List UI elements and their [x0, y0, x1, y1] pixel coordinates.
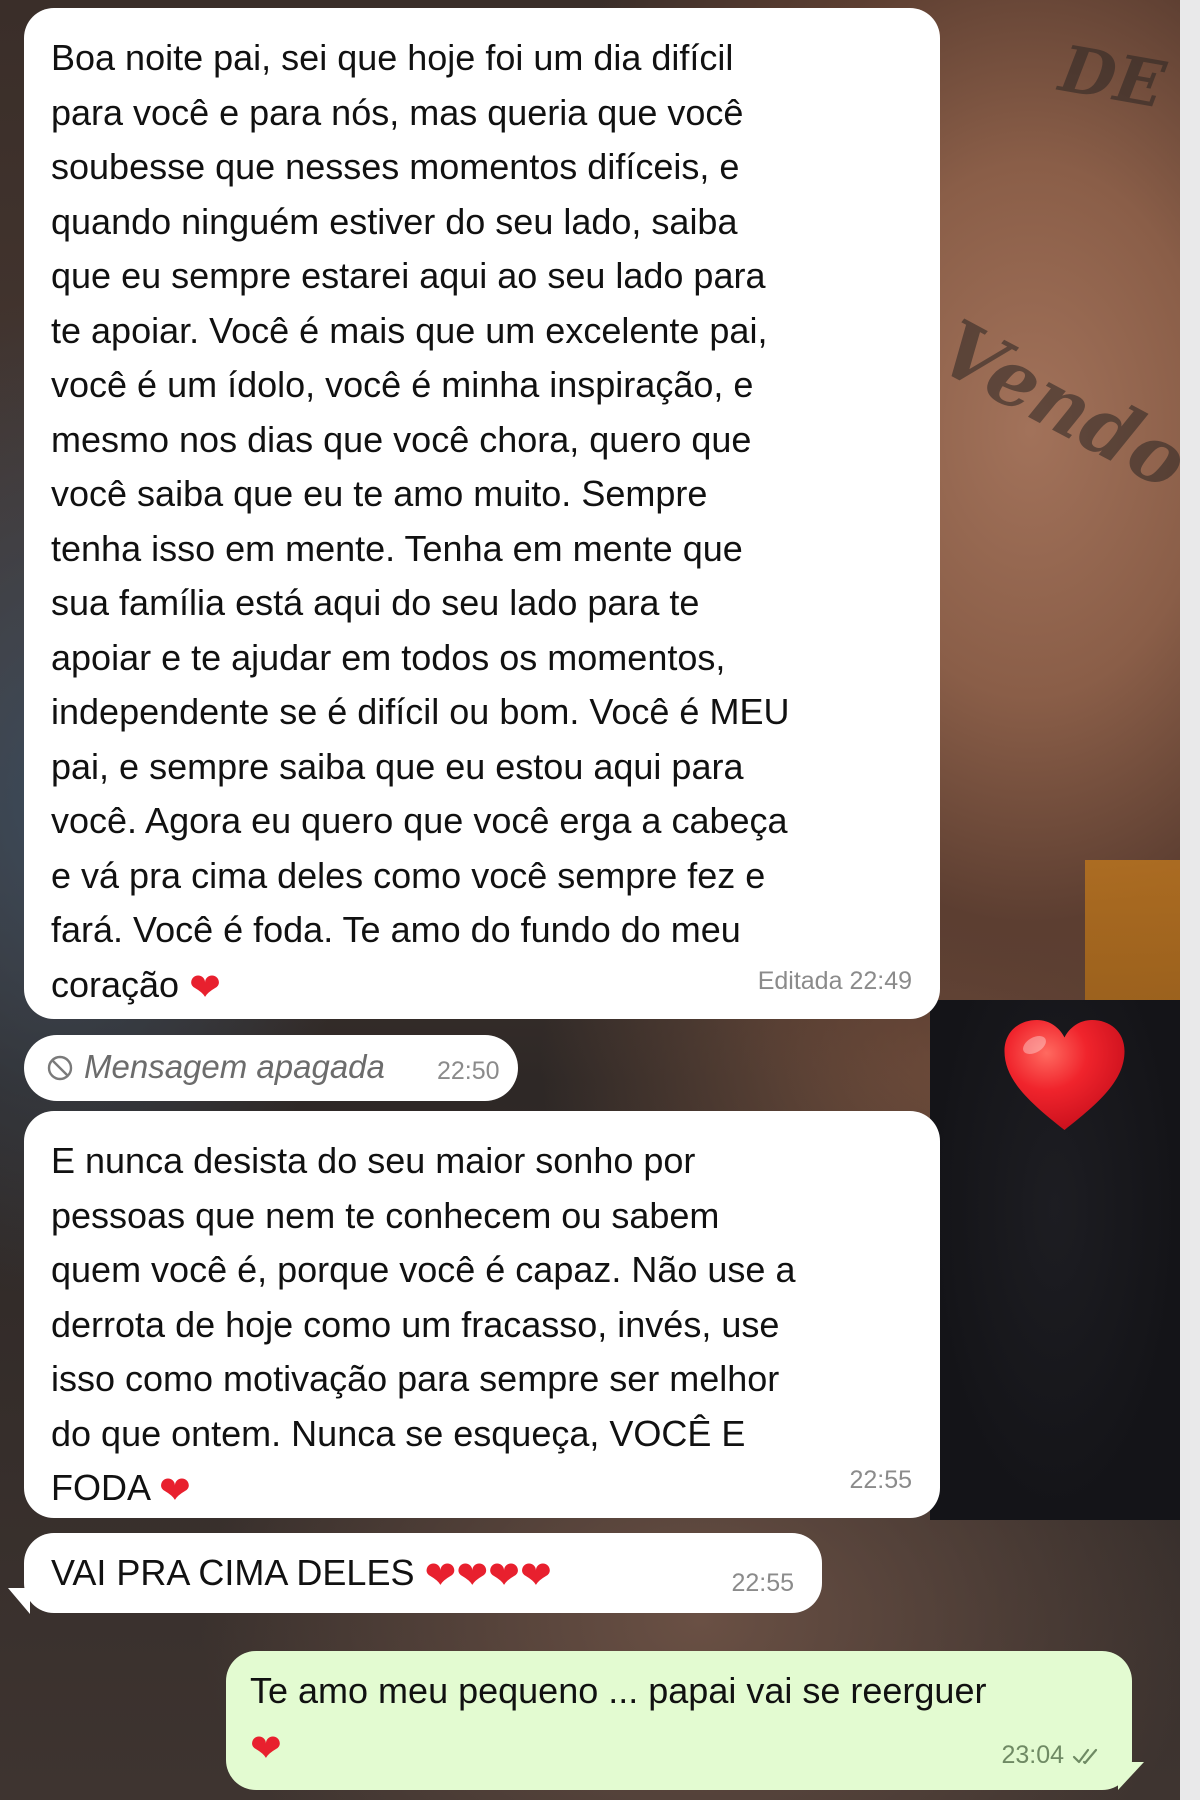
- message-line: isso como motivação para sempre ser melh…: [51, 1358, 780, 1399]
- message-line: pessoas que nem te conhecem ou sabem: [51, 1194, 720, 1236]
- message-status: 23:04: [1001, 1743, 1100, 1768]
- heart-reaction-icon: [1004, 1020, 1125, 1130]
- message-line: que eu sempre estarei aqui ao seu lado p…: [51, 255, 766, 296]
- message-line: derrota de hoje como um fracasso, invés,…: [51, 1303, 780, 1345]
- incoming-message-bubble[interactable]: Boa noite pai, sei que hoje foi um dia d…: [24, 8, 940, 1019]
- heart-emoji-icon: ❤: [424, 1553, 457, 1597]
- message-line: você. Agora eu quero que você erga a cab…: [51, 800, 788, 841]
- message-line: você é um ídolo, você é minha inspiração…: [51, 364, 754, 405]
- screen-right-edge: [1180, 0, 1200, 1800]
- message-line: ❤: [250, 1719, 1112, 1774]
- message-line: pai, e sempre saiba que eu estou aqui pa…: [51, 745, 744, 787]
- message-text: E nunca desista do seu maior sonho por pe…: [51, 1134, 920, 1516]
- heart-emoji-icon: ❤: [520, 1553, 552, 1597]
- message-line: Te amo meu pequeno ... papai vai se reer…: [250, 1670, 987, 1711]
- message-line: do que ontem. Nunca se esqueça, VOCÊ E: [51, 1412, 746, 1454]
- message-text: Boa noite pai, sei que hoje foi um dia d…: [51, 31, 920, 1012]
- message-line: fará. Você é foda. Te amo do fundo do me…: [51, 909, 741, 950]
- message-line: quem você é, porque você é capaz. Não us…: [51, 1249, 796, 1290]
- message-line: FODA ❤: [51, 1467, 191, 1512]
- heart-emoji-icon: ❤: [189, 964, 221, 1009]
- message-text: VAI PRA CIMA DELES ❤❤❤❤: [51, 1546, 802, 1601]
- message-timestamp: 22:55: [849, 1466, 912, 1494]
- message-line: te apoiar. Você é mais que um excelente …: [51, 309, 768, 351]
- message-line: apoiar e te ajudar em todos os momentos,: [51, 636, 726, 678]
- double-check-icon: [1072, 1748, 1098, 1764]
- message-line: tenha isso em mente. Tenha em mente que: [51, 527, 743, 569]
- message-timestamp: 23:04: [1001, 1741, 1064, 1769]
- message-text: Te amo meu pequeno ... papai vai se reer…: [250, 1664, 1112, 1773]
- deleted-message-bubble[interactable]: Mensagem apagada 22:50: [24, 1035, 518, 1101]
- message-line: independente se é difícil ou bom. Você é…: [51, 691, 790, 732]
- message-line: Boa noite pai, sei que hoje foi um dia d…: [51, 37, 734, 78]
- message-line: soubesse que nesses momentos difíceis, e: [51, 146, 740, 187]
- heart-emoji-icon: ❤: [456, 1553, 489, 1597]
- heart-emoji-icon: ❤: [159, 1468, 191, 1512]
- deleted-icon: [47, 1055, 73, 1081]
- message-line: e vá pra cima deles como você sempre fez…: [51, 854, 766, 896]
- message-line: sua família está aqui do seu lado para t…: [51, 582, 700, 623]
- message-line: quando ninguém estiver do seu lado, saib…: [51, 200, 738, 242]
- message-line: para você e para nós, mas queria que voc…: [51, 91, 744, 133]
- deleted-message-text: Mensagem apagada: [84, 1048, 385, 1085]
- message-line: mesmo nos dias que você chora, quero que: [51, 418, 752, 460]
- heart-emoji-icon: ❤: [488, 1553, 520, 1597]
- message-timestamp: 22:50: [437, 1057, 500, 1085]
- message-line: você saiba que eu te amo muito. Sempre: [51, 473, 708, 514]
- outgoing-message-bubble[interactable]: Te amo meu pequeno ... papai vai se reer…: [226, 1651, 1132, 1790]
- message-line: VAI PRA CIMA DELES ❤❤❤❤: [51, 1552, 552, 1597]
- incoming-message-bubble[interactable]: E nunca desista do seu maior sonho por pe…: [24, 1111, 940, 1518]
- incoming-message-bubble[interactable]: VAI PRA CIMA DELES ❤❤❤❤ 22:55: [24, 1533, 822, 1613]
- message-edited-timestamp: Editada 22:49: [757, 967, 912, 995]
- message-timestamp: 22:55: [731, 1569, 794, 1597]
- heart-emoji-icon: ❤: [250, 1725, 282, 1770]
- message-line: E nunca desista do seu maior sonho por: [51, 1140, 696, 1181]
